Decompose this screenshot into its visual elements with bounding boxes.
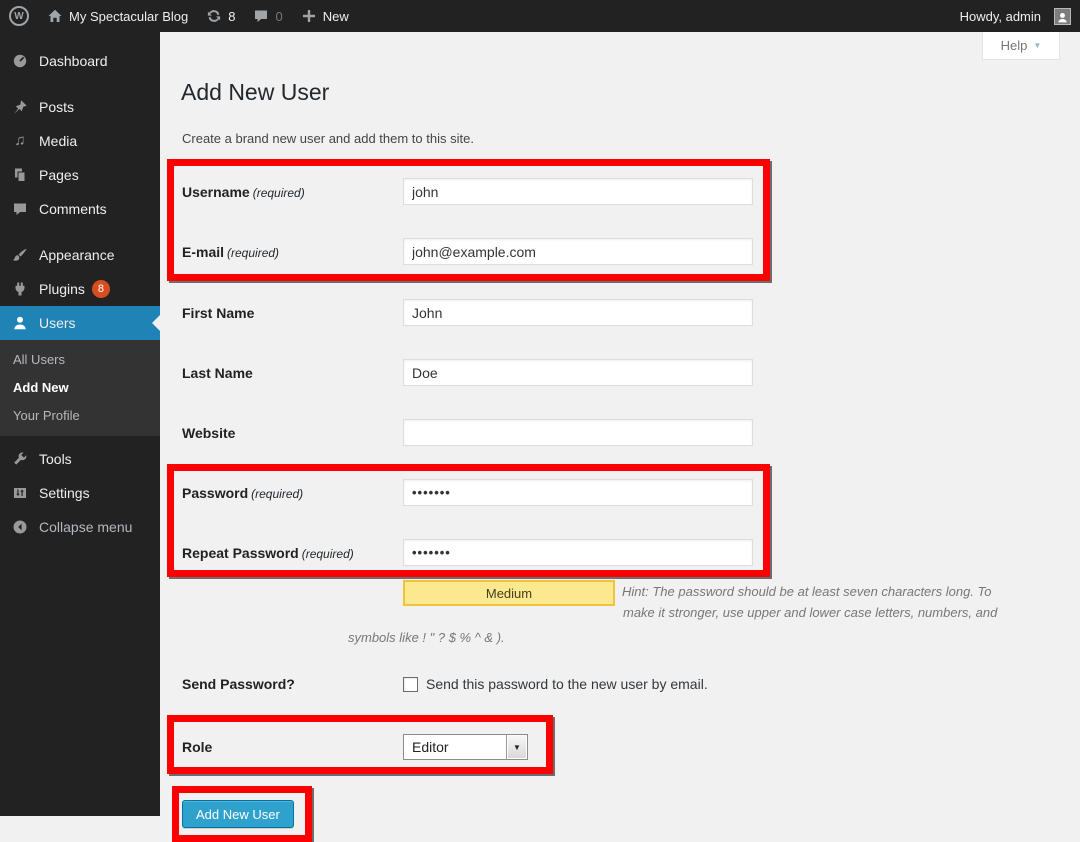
first-name-input[interactable] bbox=[403, 299, 753, 326]
sidebar-item-appearance[interactable]: Appearance bbox=[0, 238, 160, 272]
chevron-down-icon: ▼ bbox=[1033, 41, 1041, 50]
send-password-checkbox[interactable] bbox=[403, 677, 418, 692]
plus-icon bbox=[301, 8, 317, 24]
settings-sliders-icon bbox=[10, 485, 30, 501]
email-field[interactable] bbox=[403, 238, 753, 265]
users-submenu: All Users Add New Your Profile bbox=[0, 340, 160, 436]
username-input[interactable] bbox=[403, 178, 753, 205]
password-input[interactable] bbox=[403, 479, 753, 506]
send-password-label: Send Password? bbox=[182, 676, 403, 692]
howdy-text: Howdy, admin bbox=[960, 9, 1041, 24]
new-content-link[interactable]: New bbox=[292, 0, 358, 32]
first-name-row: First Name bbox=[182, 299, 753, 326]
password-strength-meter: Medium bbox=[403, 580, 615, 606]
plug-icon bbox=[10, 281, 30, 297]
comments-icon bbox=[10, 201, 30, 217]
website-input[interactable] bbox=[403, 419, 753, 446]
sidebar-item-tools[interactable]: Tools bbox=[0, 442, 160, 476]
sidebar-item-plugins[interactable]: Plugins 8 bbox=[0, 272, 160, 306]
role-row: Role Editor ▼ bbox=[182, 734, 528, 760]
media-notes-icon: ♫ bbox=[10, 133, 30, 149]
password-label: Password(required) bbox=[182, 485, 403, 501]
avatar bbox=[1054, 8, 1071, 25]
password-hint-line-3: symbols like ! " ? $ % ^ & ). bbox=[348, 630, 505, 645]
dropdown-arrow-icon: ▼ bbox=[506, 735, 527, 759]
website-row: Website bbox=[182, 419, 753, 446]
admin-bar: W My Spectacular Blog 8 0 New bbox=[0, 0, 1080, 32]
pushpin-icon bbox=[10, 99, 30, 115]
email-label: E-mail(required) bbox=[182, 244, 403, 260]
account-menu[interactable]: Howdy, admin bbox=[951, 0, 1080, 32]
repeat-password-label: Repeat Password(required) bbox=[182, 545, 403, 561]
submenu-item-add-new[interactable]: Add New bbox=[0, 374, 160, 402]
sidebar-item-media[interactable]: ♫ Media bbox=[0, 124, 160, 158]
site-name: My Spectacular Blog bbox=[69, 9, 188, 24]
update-count: 8 bbox=[228, 9, 235, 24]
first-name-label: First Name bbox=[182, 305, 403, 321]
role-label: Role bbox=[182, 739, 403, 755]
add-new-user-button[interactable]: Add New User bbox=[182, 800, 294, 828]
page-title: Add New User bbox=[181, 79, 329, 106]
dashboard-icon bbox=[10, 53, 30, 69]
active-menu-arrow bbox=[152, 315, 160, 331]
sidebar-item-settings[interactable]: Settings bbox=[0, 476, 160, 510]
site-name-link[interactable]: My Spectacular Blog bbox=[38, 0, 197, 32]
send-password-checkbox-label: Send this password to the new user by em… bbox=[426, 676, 708, 692]
wordpress-logo-icon: W bbox=[9, 6, 29, 26]
sidebar-item-users[interactable]: Users bbox=[0, 306, 160, 340]
sidebar-item-posts[interactable]: Posts bbox=[0, 90, 160, 124]
email-row: E-mail(required) bbox=[182, 238, 753, 265]
wordpress-menu[interactable]: W bbox=[0, 0, 38, 32]
home-icon bbox=[47, 8, 63, 24]
password-row: Password(required) bbox=[182, 479, 753, 506]
username-row: Username(required) bbox=[182, 178, 753, 205]
wrench-icon bbox=[10, 451, 30, 467]
paintbrush-icon bbox=[10, 247, 30, 263]
send-password-row: Send Password? Send this password to the… bbox=[182, 676, 708, 692]
comment-count: 0 bbox=[275, 9, 282, 24]
repeat-password-row: Repeat Password(required) bbox=[182, 539, 753, 566]
role-selected-value: Editor bbox=[404, 735, 506, 759]
repeat-password-input[interactable] bbox=[403, 539, 753, 566]
username-label: Username(required) bbox=[182, 184, 403, 200]
updates-link[interactable]: 8 bbox=[197, 0, 244, 32]
last-name-input[interactable] bbox=[403, 359, 753, 386]
collapse-menu-button[interactable]: Collapse menu bbox=[0, 510, 160, 544]
admin-sidebar: Dashboard Posts ♫ Media Pages Comments A… bbox=[0, 32, 160, 816]
user-icon bbox=[10, 315, 30, 331]
password-hint-line-2: make it stronger, use upper and lower ca… bbox=[623, 605, 997, 620]
submenu-item-all-users[interactable]: All Users bbox=[0, 346, 160, 374]
comments-link[interactable]: 0 bbox=[244, 0, 291, 32]
comment-bubble-icon bbox=[253, 8, 269, 24]
plugins-update-badge: 8 bbox=[92, 280, 110, 298]
last-name-row: Last Name bbox=[182, 359, 753, 386]
last-name-label: Last Name bbox=[182, 365, 403, 381]
role-dropdown[interactable]: Editor ▼ bbox=[403, 734, 528, 760]
collapse-arrow-icon bbox=[10, 519, 30, 535]
pages-icon bbox=[10, 167, 30, 183]
main-content: Help ▼ Add New User Create a brand new u… bbox=[160, 32, 1080, 816]
website-label: Website bbox=[182, 425, 403, 441]
page-subtitle: Create a brand new user and add them to … bbox=[182, 131, 474, 146]
sidebar-item-pages[interactable]: Pages bbox=[0, 158, 160, 192]
sidebar-item-comments[interactable]: Comments bbox=[0, 192, 160, 226]
submenu-item-your-profile[interactable]: Your Profile bbox=[0, 402, 160, 430]
help-button[interactable]: Help ▼ bbox=[982, 32, 1060, 60]
sidebar-item-dashboard[interactable]: Dashboard bbox=[0, 44, 160, 78]
new-label: New bbox=[323, 9, 349, 24]
update-icon bbox=[206, 8, 222, 24]
password-hint-line-1: Hint: The password should be at least se… bbox=[622, 584, 992, 599]
